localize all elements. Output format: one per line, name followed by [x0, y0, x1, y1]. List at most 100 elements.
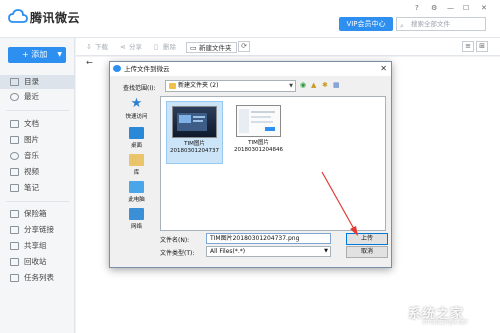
back-arrow-icon[interactable]: ←: [86, 58, 93, 67]
file-item[interactable]: TIM图片 20180301204737: [166, 101, 223, 164]
document-icon: [10, 120, 19, 128]
place-network[interactable]: 网络: [115, 208, 158, 230]
search-input[interactable]: ⌕ 搜索全部文件: [396, 17, 486, 31]
place-quick-access[interactable]: ★ 快速访问: [115, 97, 158, 120]
place-this-pc[interactable]: 此电脑: [115, 181, 158, 203]
sidebar-item-music[interactable]: 音乐: [0, 149, 75, 163]
image-thumbnail: [236, 105, 281, 137]
music-icon: [10, 152, 19, 160]
cloud-logo-icon: [8, 9, 28, 23]
clock-icon: [10, 93, 19, 101]
delete-label: 删除: [163, 43, 176, 51]
screenshot-preview: [177, 113, 207, 131]
refresh-button[interactable]: ⟳: [238, 41, 250, 52]
minimize-button[interactable]: —: [447, 4, 454, 12]
list-view-icon[interactable]: ≡: [462, 41, 474, 52]
file-name: TIM图片: [184, 141, 205, 147]
look-in-dropdown[interactable]: 新建文件夹 (2) ▼: [165, 80, 296, 92]
file-name-label: 文件名(N):: [160, 237, 190, 244]
sidebar-item-recent[interactable]: 最近: [0, 90, 75, 104]
back-icon[interactable]: ◉: [300, 81, 306, 89]
places-bar: ★ 快速访问 桌面 库 此电脑 网络: [115, 96, 158, 246]
up-folder-icon[interactable]: ▲: [311, 81, 316, 89]
sidebar-item-notes[interactable]: 笔记: [0, 181, 75, 195]
group-icon: [10, 242, 19, 250]
file-item[interactable]: TIM图片 20180301204846: [230, 101, 287, 164]
cancel-button[interactable]: 取消: [346, 246, 388, 258]
sidebar-item-images[interactable]: 图片: [0, 133, 75, 147]
sidebar-item-label: 图片: [24, 135, 39, 144]
video-icon: [10, 168, 19, 176]
help-icon[interactable]: ?: [415, 4, 419, 12]
new-folder-icon: ▭: [190, 44, 197, 52]
download-button[interactable]: ⇩ 下载: [86, 42, 108, 53]
sidebar-divider: [6, 201, 69, 202]
sidebar-item-label: 任务列表: [24, 273, 54, 282]
look-in-label: 查找范围(I):: [123, 85, 156, 92]
sidebar-item-label: 共享组: [24, 241, 47, 250]
settings-gear-icon[interactable]: ⚙: [431, 4, 437, 12]
sidebar-item-documents[interactable]: 文档: [0, 117, 75, 131]
sidebar-item-label: 最近: [24, 92, 39, 101]
add-button-label: + 添加: [22, 50, 48, 59]
sidebar-item-share-links[interactable]: 分享链接: [0, 223, 75, 237]
dialog-title: 上传文件到微云: [124, 65, 170, 73]
file-toolbar: ⇩ 下载 ⋖ 分享 ▯ 删除 ▭ 新建文件夹 ⟳ ≡ ⊞: [76, 38, 500, 56]
folder-icon: [10, 78, 19, 86]
place-libraries[interactable]: 库: [115, 154, 158, 176]
sidebar-item-label: 音乐: [24, 151, 39, 160]
share-label: 分享: [129, 43, 142, 51]
maximize-button[interactable]: ☐: [463, 4, 469, 12]
new-folder-icon[interactable]: ✱: [322, 81, 328, 89]
weiyun-app-icon: [113, 65, 121, 72]
place-desktop[interactable]: 桌面: [115, 127, 158, 149]
chevron-down-icon: ▼: [324, 248, 328, 254]
sidebar-item-safe[interactable]: 保险箱: [0, 207, 75, 221]
computer-icon: [129, 181, 144, 193]
file-name-field[interactable]: TIM图片20180301204737.png: [206, 233, 331, 244]
upload-button[interactable]: 上传: [346, 233, 388, 245]
download-label: 下载: [95, 43, 108, 51]
new-folder-button[interactable]: ▭ 新建文件夹: [186, 42, 237, 53]
sidebar-item-label: 回收站: [24, 257, 47, 266]
delete-button[interactable]: ▯ 删除: [154, 42, 176, 53]
search-icon: ⌕: [400, 22, 404, 30]
grid-view-icon[interactable]: ⊞: [476, 41, 488, 52]
sidebar-item-shared-groups[interactable]: 共享组: [0, 239, 75, 253]
dialog-close-icon[interactable]: ✕: [380, 62, 387, 76]
vip-center-button[interactable]: VIP会员中心: [339, 17, 393, 31]
sidebar-item-label: 笔记: [24, 183, 39, 192]
close-window-button[interactable]: ✕: [481, 4, 487, 12]
place-label: 快速访问: [125, 114, 148, 120]
add-button[interactable]: + 添加 ▼: [8, 47, 66, 63]
place-label: 桌面: [130, 143, 142, 149]
chevron-down-icon: ▼: [57, 51, 62, 58]
network-icon: [129, 208, 144, 220]
safe-icon: [10, 210, 19, 218]
sidebar-divider: [6, 110, 69, 111]
dialog-body: 查找范围(I): 新建文件夹 (2) ▼ ◉ ▲ ✱ ▦ ★ 快速访问 桌面 库…: [110, 76, 391, 267]
dialog-file-list: TIM图片 20180301204737 TIM图片 2018030120484…: [160, 96, 386, 231]
trash-icon: ▯: [154, 43, 158, 51]
trash-icon: [10, 258, 19, 266]
file-timestamp: 20180301204846: [234, 147, 283, 153]
app-brand-title: 腾讯微云: [30, 11, 81, 25]
screenshot-preview: [239, 109, 275, 133]
share-button[interactable]: ⋖ 分享: [120, 42, 142, 53]
task-list-icon: [10, 274, 19, 282]
upload-file-dialog: 上传文件到微云 ✕ 查找范围(I): 新建文件夹 (2) ▼ ◉ ▲ ✱ ▦ ★…: [109, 61, 392, 268]
sidebar-item-task-list[interactable]: 任务列表: [0, 271, 75, 285]
sidebar-item-directory[interactable]: 目录: [0, 75, 75, 89]
sidebar-item-label: 文档: [24, 119, 39, 128]
watermark-subtext: XITONGZHIJIA.NET: [422, 320, 468, 326]
view-menu-icon[interactable]: ▦: [333, 81, 340, 89]
sidebar-item-recycle-bin[interactable]: 回收站: [0, 255, 75, 269]
folder-icon: [169, 83, 176, 89]
new-folder-label: 新建文件夹: [199, 44, 232, 52]
file-type-label: 文件类型(T):: [160, 250, 195, 257]
file-type-value: All Files(*.*): [210, 248, 246, 255]
file-type-dropdown[interactable]: All Files(*.*) ▼: [206, 246, 331, 257]
library-icon: [129, 154, 144, 166]
search-placeholder: 搜索全部文件: [411, 20, 450, 28]
sidebar-item-video[interactable]: 视频: [0, 165, 75, 179]
